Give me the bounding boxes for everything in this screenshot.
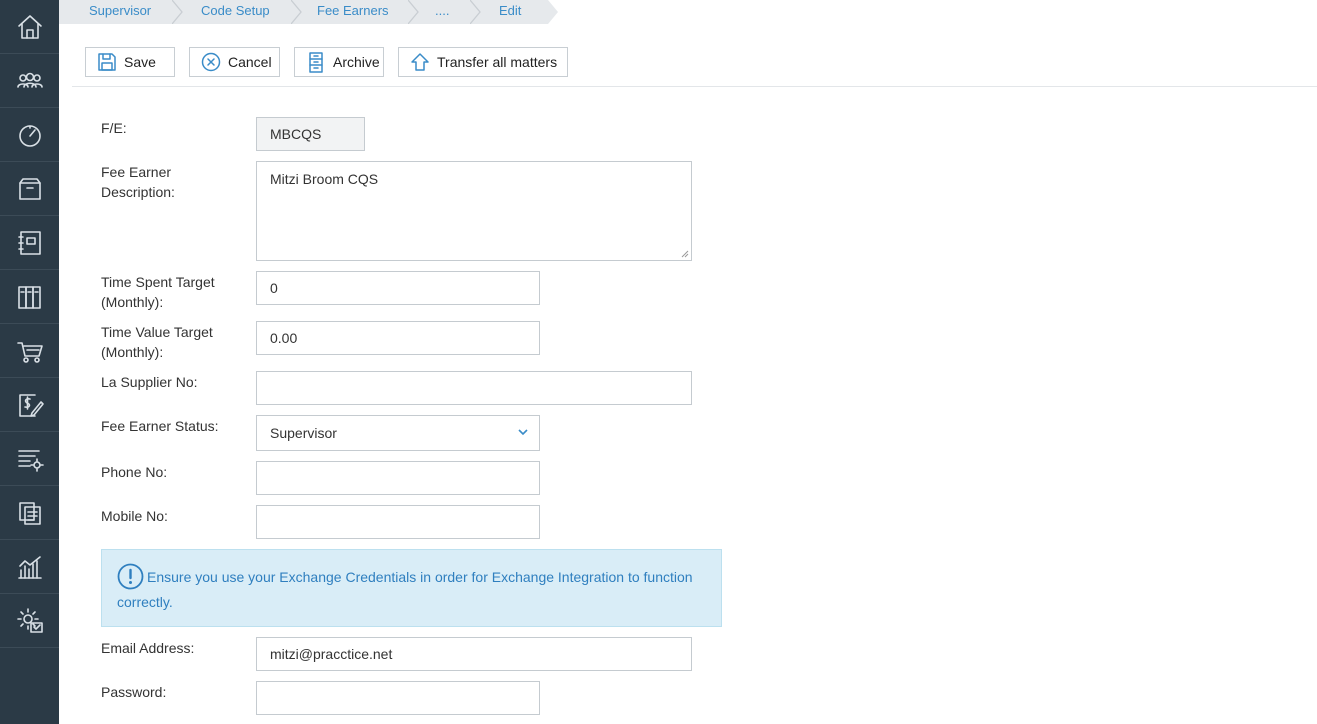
exchange-info-notice: Ensure you use your Exchange Credentials…: [101, 549, 722, 627]
fee-earner-status-select[interactable]: Supervisor: [256, 415, 540, 451]
toolbar: Save Cancel Archive Transfer all matters: [72, 24, 1317, 87]
time-value-label: Time Value Target (Monthly):: [101, 322, 213, 362]
time-value-target-input[interactable]: 0.00: [256, 321, 540, 355]
save-button-label: Save: [124, 54, 156, 70]
upload-arrow-icon: [411, 53, 429, 71]
description-label-line1: Fee Earner: [101, 164, 172, 180]
cancel-icon: [201, 52, 221, 72]
description-textarea[interactable]: Mitzi Broom CQS: [256, 161, 692, 261]
email-label: Email Address:: [101, 640, 195, 656]
save-button[interactable]: Save: [85, 47, 175, 77]
people-icon: [16, 72, 43, 88]
breadcrumb-item-supervisor[interactable]: Supervisor: [89, 0, 151, 24]
settings-gear-icon: [16, 607, 43, 633]
sidebar-item-archive[interactable]: [0, 162, 59, 216]
la-supplier-label: La Supplier No:: [101, 374, 198, 390]
cart-icon: [16, 341, 43, 363]
sidebar-item-settings[interactable]: [0, 594, 59, 648]
dashboard-icon: [18, 124, 41, 147]
documents-icon: [18, 501, 41, 525]
description-label: Fee Earner Description:: [101, 162, 175, 202]
description-label-line2: Description:: [101, 184, 175, 200]
list-settings-icon: [17, 449, 44, 472]
save-icon: [98, 53, 116, 71]
time-spent-label-line2: (Monthly):: [101, 294, 164, 310]
breadcrumb-end-arrow: [548, 0, 560, 24]
password-label: Password:: [101, 684, 167, 700]
info-exclamation-icon: [117, 563, 144, 590]
sidebar: [0, 0, 59, 724]
password-input[interactable]: [256, 681, 540, 715]
breadcrumb-item-fee-earners[interactable]: Fee Earners: [317, 0, 389, 24]
sidebar-item-notebook[interactable]: [0, 216, 59, 270]
description-value: Mitzi Broom CQS: [270, 171, 379, 187]
breadcrumb-separator: [469, 0, 482, 24]
breadcrumb-item-ellipsis[interactable]: ....: [435, 0, 449, 24]
fe-code-field: MBCQS: [256, 117, 365, 151]
home-icon: [17, 14, 42, 39]
sidebar-item-cart[interactable]: [0, 324, 59, 378]
email-input[interactable]: mitzi@pracctice.net: [256, 637, 692, 671]
transfer-button-label: Transfer all matters: [437, 54, 558, 70]
sidebar-item-documents[interactable]: [0, 486, 59, 540]
mobile-label: Mobile No:: [101, 508, 168, 524]
sidebar-item-reports[interactable]: [0, 540, 59, 594]
la-supplier-input[interactable]: [256, 371, 692, 405]
notice-text: Ensure you use your Exchange Credentials…: [117, 569, 693, 610]
sidebar-item-people[interactable]: [0, 54, 59, 108]
notebook-icon: [17, 230, 41, 255]
sidebar-item-billing[interactable]: [0, 378, 59, 432]
cancel-button[interactable]: Cancel: [189, 47, 280, 77]
time-spent-label: Time Spent Target (Monthly):: [101, 272, 215, 312]
status-selected-value: Supervisor: [270, 425, 337, 441]
sidebar-item-library[interactable]: [0, 270, 59, 324]
sidebar-item-home[interactable]: [0, 0, 59, 54]
time-spent-target-input[interactable]: 0: [256, 271, 540, 305]
breadcrumb-separator: [171, 0, 184, 24]
breadcrumb-separator: [290, 0, 303, 24]
library-icon: [17, 285, 41, 309]
transfer-all-matters-button[interactable]: Transfer all matters: [398, 47, 568, 77]
phone-label: Phone No:: [101, 464, 168, 480]
phone-input[interactable]: [256, 461, 540, 495]
breadcrumb: Supervisor Code Setup Fee Earners .... E…: [59, 0, 1317, 24]
resize-handle-icon[interactable]: [681, 250, 689, 258]
archive-button[interactable]: Archive: [294, 47, 384, 77]
archive-box-icon: [18, 177, 41, 200]
reports-chart-icon: [17, 555, 42, 579]
status-label: Fee Earner Status:: [101, 418, 219, 434]
chevron-down-icon: [518, 429, 528, 436]
fe-label: F/E:: [101, 120, 127, 136]
archive-button-label: Archive: [333, 54, 380, 70]
breadcrumb-separator: [407, 0, 420, 24]
time-value-label-line1: Time Value Target: [101, 324, 213, 340]
mobile-input[interactable]: [256, 505, 540, 539]
time-spent-label-line1: Time Spent Target: [101, 274, 215, 290]
archive-cabinet-icon: [309, 52, 323, 73]
billing-icon: [18, 393, 44, 417]
breadcrumb-item-edit: Edit: [499, 3, 522, 18]
sidebar-item-dashboard[interactable]: [0, 108, 59, 162]
sidebar-item-list-settings[interactable]: [0, 432, 59, 486]
breadcrumb-bar: Supervisor Code Setup Fee Earners .... E…: [59, 0, 548, 24]
time-value-label-line2: (Monthly):: [101, 344, 164, 360]
breadcrumb-item-code-setup[interactable]: Code Setup: [201, 0, 270, 24]
cancel-button-label: Cancel: [228, 54, 272, 70]
